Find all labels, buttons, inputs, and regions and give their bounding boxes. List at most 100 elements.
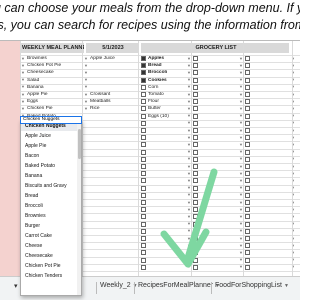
meal-cell[interactable]: Meatballs [90,98,136,105]
meal-dropdown[interactable]: Chicken Nuggets Apple Juice Apple Pie Bacon… [20,120,82,296]
grocery-checkbox[interactable] [193,99,198,105]
row-dropdown-icon[interactable]: ▼ [84,106,88,111]
grocery-checkbox[interactable] [245,135,250,141]
dropdown-scrollbar[interactable] [77,121,81,295]
grocery-checkbox[interactable] [245,56,250,61]
dropdown-option[interactable]: Cheese [21,241,81,251]
grocery-checkbox[interactable] [245,200,250,205]
grocery-checkbox[interactable] [245,250,250,256]
meal-cell[interactable] [90,77,136,84]
row-dropdown-icon[interactable]: ▼ [21,77,25,82]
meal-cell[interactable]: Eggs [27,98,79,105]
grocery-checkbox[interactable] [245,70,250,76]
row-dropdown-icon[interactable]: ▼ [84,63,88,68]
dropdown-option[interactable]: Apple Pie [21,141,81,151]
grocery-checkbox[interactable] [141,149,146,155]
grocery-checkbox[interactable] [245,257,250,263]
grocery-checkbox[interactable] [141,120,146,126]
grocery-checkbox[interactable] [141,142,146,148]
grocery-checkbox[interactable] [245,264,250,270]
grocery-checkbox[interactable] [193,135,198,141]
grocery-checkbox[interactable] [245,156,250,162]
grocery-checkbox[interactable] [141,185,146,191]
row-dropdown-icon[interactable]: ▼ [84,56,88,61]
grocery-checkbox[interactable] [193,142,198,148]
grocery-item[interactable]: Broccoli [148,69,188,76]
add-sheet-icon[interactable]: ▾ [14,282,18,290]
grocery-checkbox[interactable] [193,106,198,112]
grocery-checkbox[interactable] [141,164,146,169]
grocery-checkbox[interactable] [141,92,146,97]
grocery-checkbox[interactable] [245,142,250,148]
grocery-checkbox[interactable] [193,84,198,90]
grocery-checkbox[interactable] [245,236,250,241]
grocery-checkbox[interactable] [245,171,250,177]
dropdown-option[interactable]: Bread [21,191,81,201]
grocery-checkbox[interactable] [193,113,198,119]
tab-menu-icon[interactable]: ▼ [284,283,289,289]
grocery-checkbox[interactable] [141,192,146,198]
grocery-checkbox[interactable] [141,228,146,234]
grocery-checkbox[interactable] [245,120,250,126]
grocery-checkbox[interactable] [245,192,250,198]
row-dropdown-icon[interactable]: ▼ [21,56,25,61]
row-dropdown-icon[interactable]: ▼ [21,99,25,104]
row-dropdown-icon[interactable]: ▼ [84,99,88,104]
dropdown-scroll-thumb[interactable] [77,129,81,159]
tab-food-shopping[interactable]: FoodForShoppingList ▼ [215,282,289,289]
grocery-checkbox[interactable] [193,156,198,162]
meal-cell[interactable] [90,69,136,76]
grocery-checkbox[interactable] [245,99,250,105]
grocery-item[interactable]: Tomato [148,91,188,98]
tab-weekly-2[interactable]: Weekly_2 ▼ [100,282,138,289]
row-dropdown-icon[interactable]: ▼ [21,63,25,68]
row-dropdown-icon[interactable]: ▼ [84,84,88,89]
row-dropdown-icon[interactable]: ▼ [84,77,88,82]
dropdown-option[interactable]: Banana [21,171,81,181]
grocery-item[interactable]: Apples [148,55,188,62]
grocery-item[interactable]: Bread [148,62,188,69]
dropdown-option[interactable]: Apple Juice [21,131,81,141]
grocery-checkbox[interactable] [193,63,198,69]
grocery-checkbox[interactable] [245,113,250,119]
grocery-checkbox[interactable] [141,214,146,220]
meal-cell[interactable]: Cheesecake [27,69,79,76]
grocery-checkbox[interactable] [141,77,146,83]
grocery-checkbox[interactable] [193,56,198,61]
grocery-checkbox[interactable] [193,77,198,83]
dropdown-option[interactable]: Brownies [21,211,81,221]
dropdown-option[interactable]: Burger [21,221,81,231]
dropdown-option[interactable]: Chicken Pot Pie [21,261,81,271]
row-dropdown-icon[interactable]: ▼ [21,92,25,97]
row-dropdown-icon[interactable]: ▼ [21,84,25,89]
meal-cell[interactable]: Apple Juice [90,55,136,62]
grocery-item[interactable]: Eggs (10) [148,113,188,120]
grocery-checkbox[interactable] [245,149,250,155]
grocery-checkbox[interactable] [245,207,250,213]
grocery-checkbox[interactable] [245,106,250,112]
dropdown-option[interactable]: Chicken Tenders [21,271,81,281]
grocery-checkbox[interactable] [141,264,146,270]
meal-cell[interactable]: Rice [90,105,136,112]
grocery-checkbox[interactable] [245,92,250,97]
meal-cell[interactable]: Chicken Pot Pie [27,62,79,69]
grocery-checkbox[interactable] [245,178,250,184]
grocery-checkbox[interactable] [245,84,250,90]
meal-cell[interactable]: Brownies [27,55,79,62]
grocery-checkbox[interactable] [141,243,146,249]
dropdown-option[interactable]: Bacon [21,151,81,161]
grocery-item[interactable]: Corn [148,84,188,91]
grocery-checkbox[interactable] [193,128,198,133]
grocery-checkbox[interactable] [141,56,146,61]
meal-cell[interactable]: Salad [27,77,79,84]
grocery-checkbox[interactable] [141,178,146,184]
row-dropdown-icon[interactable]: ▼ [84,92,88,97]
grocery-checkbox[interactable] [245,77,250,83]
grocery-item[interactable]: Butter [148,105,188,112]
grocery-checkbox[interactable] [245,63,250,69]
grocery-checkbox[interactable] [141,63,146,69]
grocery-checkbox[interactable] [193,149,198,155]
grocery-checkbox[interactable] [141,99,146,105]
row-dropdown-icon[interactable]: ▼ [84,70,88,75]
meal-cell[interactable] [90,84,136,91]
